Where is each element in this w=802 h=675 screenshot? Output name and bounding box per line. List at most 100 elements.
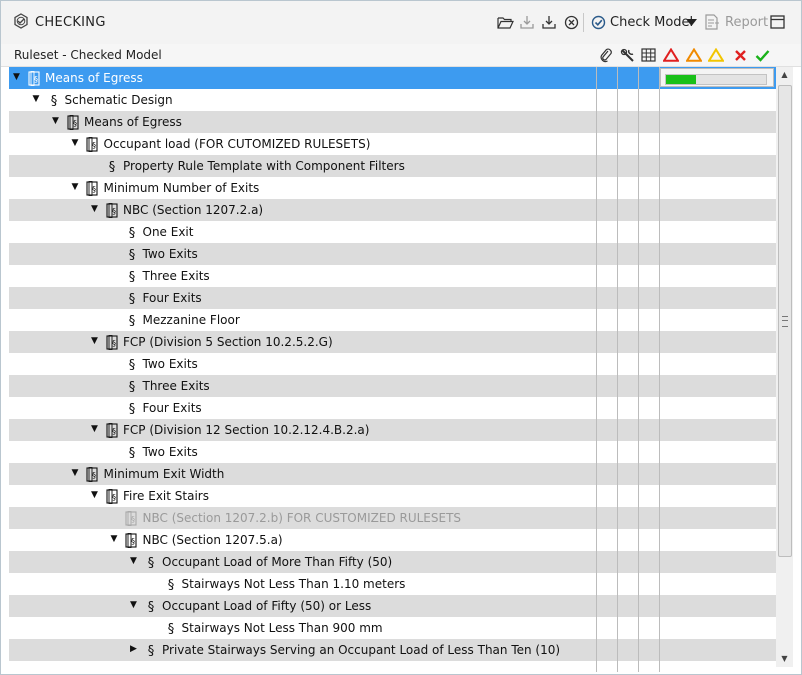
ruleset-icon: § [125,532,139,548]
svg-text:§: § [131,537,135,546]
tree-row[interactable]: ▼ § NBC (Section 1207.2.a) [9,199,776,221]
expand-arrow-icon[interactable]: ▼ [91,424,101,434]
tree-item-label: NBC (Section 1207.5.a) [142,533,283,547]
triangle-yellow-icon[interactable] [707,46,725,64]
svg-text:§: § [128,314,135,328]
column-divider [638,67,639,672]
tree-item-label: Schematic Design [64,93,173,107]
expand-arrow-icon[interactable]: ▼ [72,468,82,478]
expand-arrow-icon[interactable]: ▼ [91,204,101,214]
tree-row[interactable]: ▼ § Schematic Design [9,89,776,111]
tree-row[interactable]: § Mezzanine Floor [9,309,776,331]
tree-row[interactable]: § Two Exits [9,353,776,375]
triangle-orange-icon[interactable] [685,46,703,64]
svg-text:§: § [112,207,116,216]
tree-row[interactable]: ▶ § Private Stairways Serving an Occupant … [9,639,776,661]
expand-arrow-icon[interactable]: ▼ [33,94,43,104]
window-layout-icon[interactable] [768,13,786,31]
tree-row[interactable]: § Property Rule Template with Component F… [9,155,776,177]
tree-row[interactable]: ▼ § Occupant load (FOR CUTOMIZED RULESETS) [9,133,776,155]
scroll-down-arrow-icon[interactable]: ▼ [776,651,793,667]
expand-arrow-icon[interactable]: ▼ [130,556,140,566]
ruleset-tree[interactable]: ▼ § Means of Egress ▼ § Schematic Design ▼ § Mea… [9,67,776,672]
section-icon: § [125,268,139,284]
x-red-icon[interactable] [731,46,749,64]
tree-row[interactable]: § Stairways Not Less Than 1.10 meters [9,573,776,595]
expand-arrow-icon[interactable]: ▼ [91,336,101,346]
tree-row[interactable]: § Four Exits [9,287,776,309]
expand-arrow-icon[interactable]: ▼ [91,490,101,500]
ruleset-icon: § [105,422,119,438]
column-divider [596,67,597,672]
check-model-button[interactable]: Check Model [610,13,693,31]
tree-row[interactable]: ▼ § Occupant Load of More Than Fifty (50) [9,551,776,573]
ruleset-icon: § [86,466,100,482]
section-icon: § [47,92,61,108]
svg-text:§: § [128,358,135,372]
folder-open-icon[interactable] [495,13,515,31]
window-title: CHECKING [35,15,106,30]
progress-cell [660,68,774,87]
tree-row[interactable]: § Two Exits [9,441,776,463]
expand-arrow-icon[interactable]: ▼ [130,600,140,610]
scrollbar-thumb[interactable] [778,85,792,557]
check-green-icon[interactable] [753,46,771,64]
section-icon: § [144,554,158,570]
svg-text:§: § [73,119,77,128]
circle-x-icon[interactable] [561,13,581,31]
expand-arrow-icon[interactable]: ▼ [72,182,82,192]
collapse-arrow-icon[interactable]: ▶ [130,644,140,654]
tree-row[interactable]: § Two Exits [9,243,776,265]
section-icon: § [125,224,139,240]
tree-row[interactable]: § NBC (Section 1207.2.b) FOR CUSTOMIZED R… [9,507,776,529]
tree-row[interactable]: § Four Exits [9,397,776,419]
tree-item-label: Four Exits [142,401,202,415]
tree-row[interactable]: § Stairways Not Less Than 900 mm [9,617,776,639]
tray-download-icon[interactable] [539,13,559,31]
tree-item-label: NBC (Section 1207.2.b) FOR CUSTOMIZED RU… [142,511,462,525]
tree-item-label: FCP (Division 12 Section 10.2.12.4.B.2.a… [123,423,370,437]
svg-text:§: § [167,578,174,592]
vertical-scrollbar[interactable]: ▲ ▼ [776,67,793,667]
caret-down-icon[interactable] [685,13,697,31]
expand-arrow-icon[interactable]: ▼ [72,138,82,148]
report-button[interactable]: Report [725,13,768,31]
tray-upload-icon[interactable] [517,13,537,31]
tree-row[interactable]: § One Exit [9,221,776,243]
tree-row[interactable]: ▼ § Minimum Exit Width [9,463,776,485]
ruleset-icon: § [105,488,119,504]
ruleset-icon: § [86,180,100,196]
svg-text:§: § [112,493,116,502]
svg-text:§: § [131,515,135,524]
section-icon: § [125,400,139,416]
table-icon[interactable] [639,46,657,64]
section-icon: § [125,312,139,328]
tree-item-label: Means of Egress [84,115,182,129]
tree-row[interactable]: ▼ § Minimum Number of Exits [9,177,776,199]
tree-row[interactable]: ▼ § Means of Egress [9,111,776,133]
tree-row[interactable]: ▼ § NBC (Section 1207.5.a) [9,529,776,551]
grip-icon [782,316,788,327]
tree-row[interactable]: ▼ § FCP (Division 12 Section 10.2.12.4.B.2… [9,419,776,441]
check-model-icon[interactable] [589,13,607,31]
scroll-up-arrow-icon[interactable]: ▲ [776,67,793,83]
tree-row[interactable]: ▼ § FCP (Division 5 Section 10.2.5.2.G) [9,331,776,353]
wrench-icon[interactable] [618,46,636,64]
tree-item-label: Minimum Number of Exits [103,181,260,195]
expand-arrow-icon[interactable]: ▼ [111,534,121,544]
section-icon: § [164,620,178,636]
report-icon[interactable] [704,13,720,31]
tree-row[interactable]: ▼ § Occupant Load of Fifty (50) or Less [9,595,776,617]
tree-item-label: Stairways Not Less Than 900 mm [181,621,383,635]
triangle-red-icon[interactable] [662,46,680,64]
tree-row[interactable]: ▼ § Fire Exit Stairs [9,485,776,507]
tree-item-label: Four Exits [142,291,202,305]
expand-arrow-icon[interactable]: ▼ [52,116,62,126]
tree-row[interactable]: § Three Exits [9,265,776,287]
svg-text:§: § [109,160,116,174]
expand-arrow-icon[interactable]: ▼ [13,72,23,82]
tree-row[interactable]: § Three Exits [9,375,776,397]
section-icon: § [125,444,139,460]
tree-item-label: Two Exits [142,247,198,261]
paperclip-icon[interactable] [597,46,615,64]
